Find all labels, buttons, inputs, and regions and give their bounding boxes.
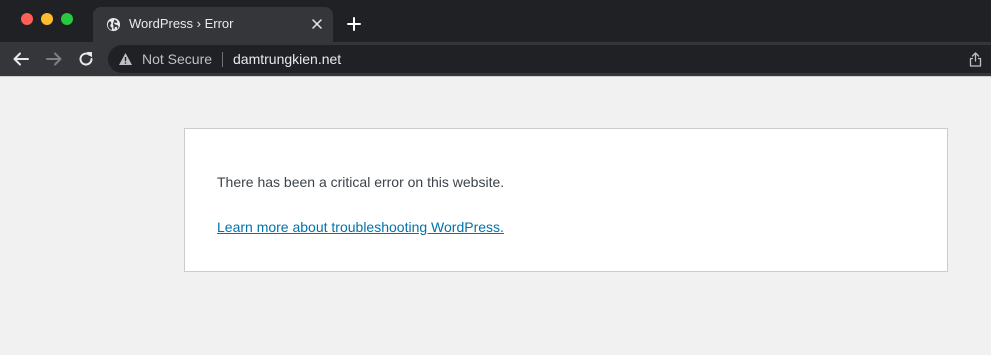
address-bar[interactable]: Not Secure damtrungkien.net (108, 45, 991, 73)
share-icon[interactable] (969, 52, 982, 67)
browser-toolbar: Not Secure damtrungkien.net (0, 42, 991, 76)
zoom-window-button[interactable] (61, 13, 73, 25)
globe-icon (106, 17, 121, 32)
tab-active[interactable]: WordPress › Error (93, 7, 333, 42)
toolbar-divider (0, 76, 991, 77)
warning-icon[interactable] (118, 52, 133, 66)
minimize-window-button[interactable] (41, 13, 53, 25)
tab-title: WordPress › Error (129, 16, 234, 31)
plus-icon[interactable] (346, 16, 362, 32)
error-message: There has been a critical error on this … (217, 174, 505, 190)
reload-icon[interactable] (77, 50, 95, 68)
troubleshooting-link[interactable]: Learn more about troubleshooting WordPre… (217, 219, 504, 235)
close-icon[interactable] (311, 18, 323, 30)
security-label[interactable]: Not Secure (142, 51, 212, 67)
close-window-button[interactable] (21, 13, 33, 25)
url-text[interactable]: damtrungkien.net (233, 51, 341, 67)
error-panel: There has been a critical error on this … (184, 128, 948, 272)
address-separator (222, 52, 223, 67)
forward-arrow-icon[interactable] (45, 50, 63, 68)
back-arrow-icon[interactable] (12, 50, 30, 68)
tab-strip: WordPress › Error (0, 0, 991, 42)
